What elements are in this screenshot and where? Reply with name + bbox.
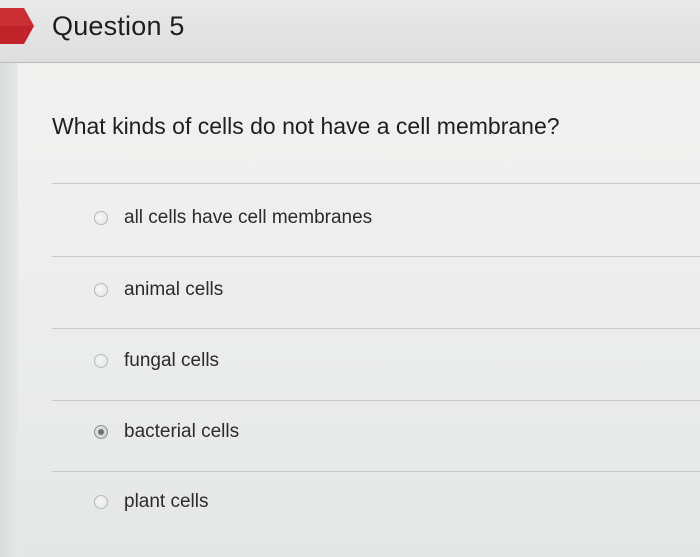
- divider: [52, 400, 700, 401]
- flag-icon: [0, 8, 34, 44]
- question-title: Question 5: [52, 11, 185, 41]
- divider: [52, 471, 700, 472]
- answer-option-label: fungal cells: [124, 350, 220, 371]
- answer-option-fungal-cells[interactable]: fungal cells: [94, 348, 219, 374]
- radio-button[interactable]: [94, 283, 108, 297]
- divider: [52, 328, 700, 329]
- divider: [52, 183, 700, 184]
- left-rail: [0, 0, 18, 557]
- quiz-page: Question 5 What kinds of cells do not ha…: [0, 0, 700, 557]
- question-prompt: What kinds of cells do not have a cell m…: [52, 113, 560, 139]
- divider: [52, 256, 700, 257]
- answer-option-bacterial-cells[interactable]: bacterial cells: [94, 419, 239, 445]
- radio-button[interactable]: [94, 211, 108, 225]
- question-header: Question 5: [0, 0, 700, 63]
- radio-button-selected[interactable]: [94, 425, 108, 439]
- answer-option-label: plant cells: [124, 491, 209, 512]
- answer-option-all-cells[interactable]: all cells have cell membranes: [94, 205, 372, 231]
- answer-option-label: bacterial cells: [124, 421, 240, 442]
- radio-button[interactable]: [94, 495, 108, 509]
- radio-button[interactable]: [94, 354, 108, 368]
- answer-option-label: animal cells: [124, 279, 224, 300]
- answer-option-plant-cells[interactable]: plant cells: [94, 489, 209, 515]
- answer-option-animal-cells[interactable]: animal cells: [94, 277, 223, 303]
- answer-option-label: all cells have cell membranes: [124, 207, 373, 228]
